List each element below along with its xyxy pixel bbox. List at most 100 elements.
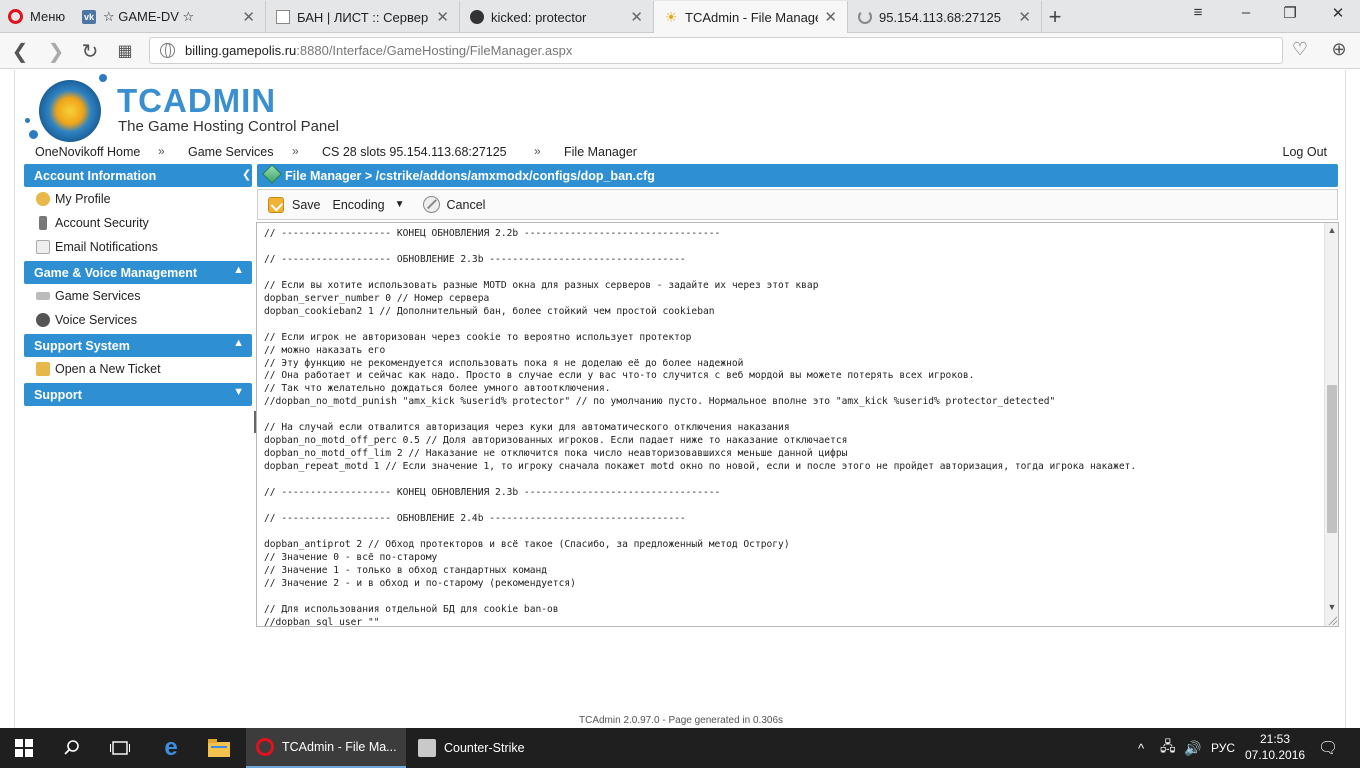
browser-tab-ban-list[interactable]: БАН | ЛИСТ :: Сервер *[VL ✕: [266, 1, 460, 33]
editor-vertical-scrollbar[interactable]: ▲ ▼: [1324, 223, 1338, 626]
scroll-up-arrow-icon[interactable]: ▲: [1325, 225, 1338, 235]
tcadmin-logo[interactable]: TCADMIN The Game Hosting Control Panel: [25, 74, 385, 142]
sidebar-item-label: My Profile: [55, 192, 111, 206]
server-icon: [36, 292, 50, 300]
windows-start-icon[interactable]: [12, 736, 36, 760]
sidebar-section-game-voice-management[interactable]: Game & Voice Management ▲: [24, 261, 252, 284]
save-label: Save: [292, 197, 321, 212]
tab-close-icon[interactable]: ✕: [242, 8, 255, 26]
browser-tab-bar: Меню vk ☆ GAME-DV ☆ ✕ БАН | ЛИСТ :: Серв…: [0, 0, 1360, 33]
network-icon[interactable]: 🖧: [1160, 728, 1176, 768]
scroll-down-arrow-icon[interactable]: ▼: [1325, 602, 1338, 612]
sidebar-section-support-system[interactable]: Support System ▲: [24, 334, 252, 357]
heart-bookmark-icon[interactable]: ♡: [1288, 39, 1312, 60]
globe-icon: [160, 43, 175, 58]
url-field[interactable]: billing.gamepolis.ru :8880/Interface/Gam…: [149, 37, 1283, 64]
page-icon: [276, 10, 290, 24]
sidebar-item-email-notifications[interactable]: Email Notifications: [24, 235, 252, 259]
tcadmin-page: TCADMIN The Game Hosting Control Panel O…: [14, 70, 1346, 728]
reload-icon[interactable]: ↻: [78, 39, 102, 64]
edge-browser-icon[interactable]: e: [159, 734, 183, 761]
sidebar-item-label: Open a New Ticket: [55, 362, 161, 376]
collapse-sidebar-chevron-left-icon[interactable]: ❮: [242, 168, 252, 181]
url-path: :8880/Interface/GameHosting/FileManager.…: [296, 43, 573, 58]
save-icon: [268, 196, 284, 213]
show-hidden-icons-chevron-up-icon[interactable]: ^: [1138, 728, 1144, 768]
tab-close-icon[interactable]: ✕: [1018, 8, 1031, 26]
sidebar-section-account-information[interactable]: Account Information: [24, 164, 252, 187]
tab-close-icon[interactable]: ✕: [436, 8, 449, 26]
opera-menu-button[interactable]: Меню: [0, 0, 72, 33]
language-indicator[interactable]: РУС: [1211, 728, 1235, 768]
sun-icon: ☀: [664, 8, 678, 25]
close-window-icon[interactable]: ✕: [1328, 4, 1348, 22]
file-content-textarea[interactable]: // ------------------- КОНЕЦ ОБНОВЛЕНИЯ …: [264, 228, 1319, 626]
file-editor[interactable]: // ------------------- КОНЕЦ ОБНОВЛЕНИЯ …: [256, 222, 1339, 627]
sidebar-item-label: Account Security: [55, 216, 149, 230]
minimize-icon[interactable]: –: [1236, 4, 1256, 21]
save-button[interactable]: Save: [262, 193, 327, 217]
encoding-dropdown[interactable]: Encoding ▼: [327, 193, 411, 217]
sidebar-item-voice-services[interactable]: Voice Services: [24, 308, 252, 332]
tab-close-icon[interactable]: ✕: [824, 8, 837, 26]
logout-link[interactable]: Log Out: [1283, 145, 1327, 159]
sidebar-item-label: Email Notifications: [55, 240, 158, 254]
breadcrumb-separator: »: [158, 144, 165, 158]
taskbar-app-label: TCAdmin - File Ma...: [282, 740, 397, 754]
windows-taskbar: e TCAdmin - File Ma... Counter-Strike ^ …: [0, 728, 1360, 768]
back-arrow-icon[interactable]: ❮: [8, 39, 32, 64]
sidebar-item-account-security[interactable]: Account Security: [24, 211, 252, 235]
loading-icon: [858, 10, 872, 24]
file-explorer-icon[interactable]: [207, 736, 231, 760]
new-tab-plus-icon[interactable]: +: [1044, 4, 1066, 30]
chevron-down-icon: ▼: [233, 386, 244, 398]
taskbar-app-opera[interactable]: TCAdmin - File Ma...: [246, 728, 406, 768]
task-view-icon[interactable]: [108, 736, 132, 760]
section-title: Game & Voice Management: [34, 265, 198, 280]
volume-icon[interactable]: 🔊: [1184, 728, 1201, 768]
editor-toolbar: Save Encoding ▼ Cancel: [257, 189, 1338, 220]
breadcrumb-game-services[interactable]: Game Services: [188, 145, 273, 159]
tab-close-icon[interactable]: ✕: [630, 8, 643, 26]
breadcrumb-separator: »: [534, 144, 541, 158]
breadcrumb-server[interactable]: CS 28 slots 95.154.113.68:27125: [322, 145, 507, 159]
browser-tab-tcadmin[interactable]: ☀ TCAdmin - File Manager ✕: [654, 1, 848, 33]
browser-tab-kicked-protector[interactable]: kicked: protector ✕: [460, 1, 654, 33]
encoding-label: Encoding: [332, 197, 385, 212]
sidebar-item-label: Voice Services: [55, 313, 137, 327]
speed-dial-grid-icon[interactable]: ▦: [113, 41, 137, 61]
forward-arrow-icon[interactable]: ❯: [44, 39, 68, 64]
sidebar-item-open-ticket[interactable]: Open a New Ticket: [24, 357, 252, 381]
envelope-icon: [36, 240, 50, 254]
breadcrumb-home[interactable]: OneNovikoff Home: [35, 145, 140, 159]
dropdown-caret-icon: ▼: [394, 199, 405, 210]
file-manager-header: File Manager > /cstrike/addons/amxmodx/c…: [257, 164, 1338, 187]
chevron-up-icon: ▲: [233, 337, 244, 349]
search-icon[interactable]: [60, 736, 84, 760]
page-footer: TCAdmin 2.0.97.0 - Page generated in 0.3…: [578, 715, 784, 726]
opera-icon: [8, 9, 23, 24]
taskbar-app-counter-strike[interactable]: Counter-Strike: [408, 728, 568, 768]
scrollbar-thumb[interactable]: [1327, 385, 1337, 533]
breadcrumb-separator: »: [292, 144, 299, 158]
cancel-button[interactable]: Cancel: [417, 193, 492, 217]
restore-icon[interactable]: ❐: [1280, 4, 1300, 22]
github-icon: [470, 10, 484, 24]
sidebar: Account Information My Profile Account S…: [24, 164, 252, 406]
logo-drop-icon: [25, 118, 30, 123]
browser-tab-game-dv[interactable]: vk ☆ GAME-DV ☆ ✕: [72, 1, 266, 33]
sidebar-item-label: Game Services: [55, 289, 141, 303]
download-icon[interactable]: ⊕: [1327, 39, 1351, 60]
sidebar-item-my-profile[interactable]: My Profile: [24, 187, 252, 211]
sidebar-item-game-services[interactable]: Game Services: [24, 284, 252, 308]
tab-menu-icon[interactable]: ≡: [1188, 4, 1208, 21]
system-clock[interactable]: 21:53 07.10.2016: [1245, 731, 1305, 763]
file-manager-title: File Manager > /cstrike/addons/amxmodx/c…: [285, 168, 655, 183]
browser-tab-server-ip[interactable]: 95.154.113.68:27125 ✕: [848, 1, 1042, 33]
file-manager-gem-icon: [262, 164, 282, 184]
notification-center-icon[interactable]: 🗨: [1318, 728, 1338, 768]
sidebar-section-support[interactable]: Support ▼: [24, 383, 252, 406]
resize-grip-icon[interactable]: [1327, 615, 1337, 625]
menu-label: Меню: [30, 9, 66, 24]
breadcrumb-file-manager[interactable]: File Manager: [564, 145, 637, 159]
